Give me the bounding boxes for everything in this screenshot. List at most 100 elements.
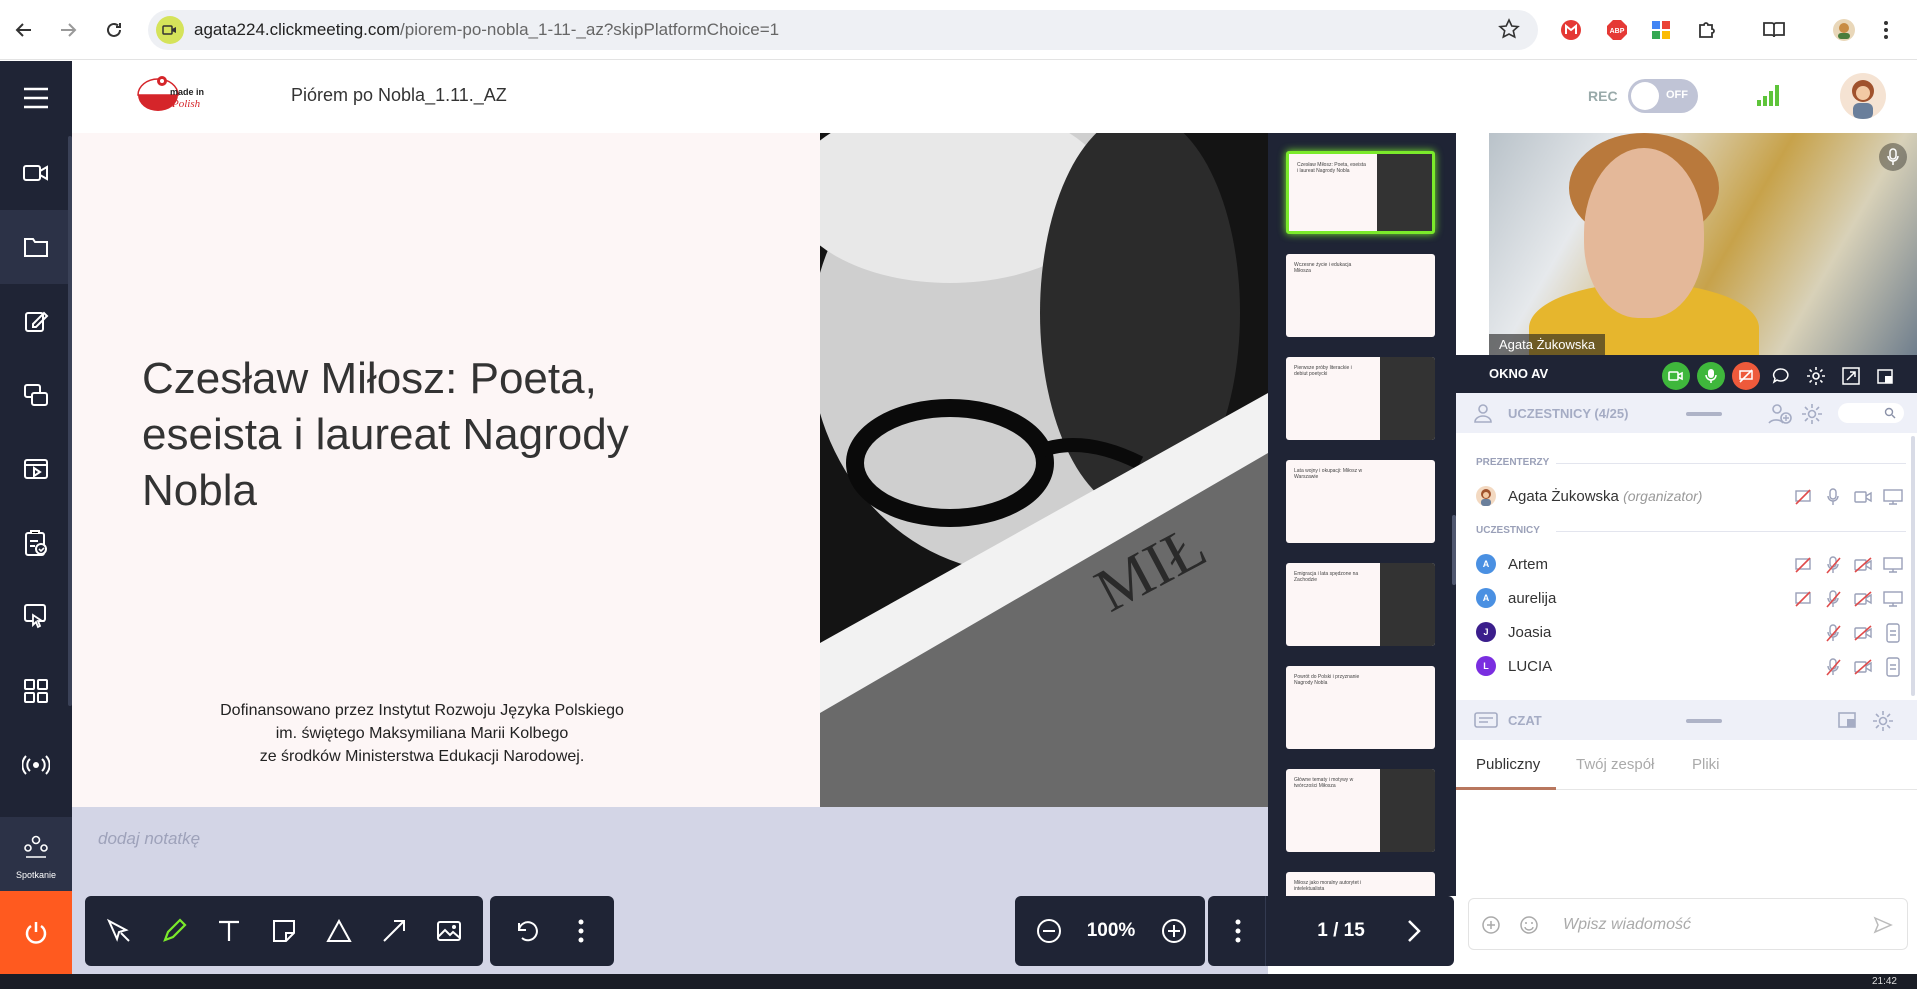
slide-thumbnail[interactable]: Pierwsze próby literackie i debiut poety…: [1286, 357, 1435, 440]
reload-icon[interactable]: [98, 14, 130, 46]
chat-popout-icon[interactable]: [1838, 711, 1858, 729]
participants-settings-icon[interactable]: [1801, 403, 1823, 425]
participant-mic-muted-icon[interactable]: [1822, 554, 1844, 576]
shape-triangle-icon[interactable]: [311, 896, 366, 966]
add-participant-icon[interactable]: [1768, 403, 1792, 425]
send-icon[interactable]: [1873, 915, 1893, 935]
participant-camera-off-icon[interactable]: [1852, 622, 1874, 644]
bookmark-star-icon[interactable]: [1498, 18, 1520, 45]
participant-camera-off-icon[interactable]: [1852, 656, 1874, 678]
browser-menu-icon[interactable]: [1872, 16, 1900, 44]
resize-handle[interactable]: [1686, 412, 1722, 416]
next-slide-icon[interactable]: [1386, 896, 1441, 966]
forward-icon[interactable]: [52, 14, 84, 46]
presenter-mic-icon[interactable]: [1822, 486, 1844, 508]
zoom-toolbar: 100%: [1015, 896, 1205, 966]
expand-video-button[interactable]: [1837, 362, 1865, 390]
chat-message-input[interactable]: Wpisz wiadomość: [1468, 898, 1908, 950]
sticky-note-icon[interactable]: [256, 896, 311, 966]
chat-settings-icon[interactable]: [1872, 710, 1894, 732]
sidebar-item-screenshare[interactable]: [0, 358, 72, 432]
participant-camera-off-icon[interactable]: [1852, 554, 1874, 576]
popout-video-button[interactable]: [1872, 362, 1900, 390]
sidebar-item-survey[interactable]: [0, 506, 72, 580]
private-chat-button[interactable]: [1767, 362, 1795, 390]
google-extension-icon[interactable]: [1647, 16, 1675, 44]
tab-public[interactable]: Publiczny: [1476, 756, 1540, 773]
user-avatar[interactable]: [1840, 73, 1886, 119]
presenter-screen-off-icon[interactable]: [1792, 486, 1814, 508]
connection-signal-icon: [1755, 83, 1783, 112]
puzzle-extensions-icon[interactable]: [1693, 16, 1721, 44]
leave-power-button[interactable]: [0, 891, 72, 974]
participant-monitor-icon[interactable]: [1882, 554, 1904, 576]
sidebar-item-test[interactable]: [0, 580, 72, 654]
presentation-slide[interactable]: Czesław Miłosz: Poeta, eseista i laureat…: [72, 133, 1268, 807]
zoom-out-icon[interactable]: [1021, 896, 1076, 966]
sidebar-item-apps[interactable]: [0, 654, 72, 728]
presenter-row[interactable]: Agata Żukowska (organizator): [1476, 481, 1911, 511]
video-mic-icon[interactable]: [1879, 143, 1907, 171]
participant-row[interactable]: Aaurelija: [1476, 583, 1911, 613]
pen-icon[interactable]: [146, 896, 201, 966]
participant-row[interactable]: L LUCIA: [1476, 651, 1911, 681]
participant-row[interactable]: A Artem: [1476, 549, 1911, 579]
arrow-line-icon[interactable]: [366, 896, 421, 966]
sidebar-item-files[interactable]: [0, 210, 72, 284]
slide-thumbnail[interactable]: Czesław Miłosz: Poeta, eseista i laureat…: [1286, 151, 1435, 234]
slide-options-icon[interactable]: [1210, 896, 1265, 966]
screen-share-off-button[interactable]: [1732, 362, 1760, 390]
tab-files[interactable]: Pliki: [1692, 756, 1720, 773]
participant-camera-off-icon[interactable]: [1852, 588, 1874, 610]
slide-thumbnail[interactable]: Powrót do Polski i przyznanie Nagrody No…: [1286, 666, 1435, 749]
gmail-extension-icon[interactable]: [1557, 16, 1585, 44]
profile-avatar-icon[interactable]: [1830, 16, 1858, 44]
resize-handle[interactable]: [1686, 719, 1722, 723]
participants-search[interactable]: [1838, 403, 1904, 423]
participant-monitor-icon[interactable]: [1882, 588, 1904, 610]
slide-thumbnail[interactable]: Lata wojny i okupacji: Miłosz w Warszawi…: [1286, 460, 1435, 543]
slide-thumbnail[interactable]: Główne tematy i motywy w twórczości Miło…: [1286, 769, 1435, 852]
tab-team[interactable]: Twój zespół: [1576, 756, 1654, 773]
slide-thumbnail[interactable]: Wczesne życie i edukacja Miłosza: [1286, 254, 1435, 337]
participants-header[interactable]: UCZESTNICY (4/25): [1456, 393, 1917, 433]
image-insert-icon[interactable]: [421, 896, 476, 966]
credit-line-2: im. świętego Maksymiliana Marii Kolbego: [275, 725, 569, 742]
participants-scrollbar[interactable]: [1911, 436, 1915, 696]
text-tool-icon[interactable]: [201, 896, 256, 966]
adblock-extension-icon[interactable]: ABP: [1603, 16, 1631, 44]
slide-thumbnail[interactable]: Miłosz jako moralny autorytet i intelekt…: [1286, 872, 1435, 896]
slide-thumbnail[interactable]: Emigracja i lata spędzone na Zachodzie: [1286, 563, 1435, 646]
emoji-icon[interactable]: [1519, 915, 1539, 935]
sidebar-item-media[interactable]: [0, 432, 72, 506]
undo-icon[interactable]: [498, 896, 553, 966]
reading-list-icon[interactable]: [1760, 16, 1788, 44]
participant-row[interactable]: J Joasia: [1476, 617, 1911, 647]
chat-header[interactable]: CZAT: [1456, 700, 1917, 740]
participant-phone-icon[interactable]: [1882, 656, 1904, 678]
presenter-video[interactable]: Agata Żukowska: [1489, 133, 1917, 355]
sidebar-item-whiteboard[interactable]: [0, 284, 72, 358]
participant-screen-off-icon[interactable]: [1792, 554, 1814, 576]
slide-thumbnails: Czesław Miłosz: Poeta, eseista i laureat…: [1268, 133, 1456, 896]
more-options-icon[interactable]: [553, 896, 608, 966]
camera-on-button[interactable]: [1662, 362, 1690, 390]
laser-pointer-icon[interactable]: [91, 896, 146, 966]
zoom-in-icon[interactable]: [1146, 896, 1201, 966]
sidebar-item-broadcast[interactable]: [0, 728, 72, 802]
attach-add-icon[interactable]: [1481, 915, 1501, 935]
av-settings-button[interactable]: [1802, 362, 1830, 390]
participant-screen-off-icon[interactable]: [1792, 588, 1814, 610]
participant-mic-muted-icon[interactable]: [1822, 588, 1844, 610]
menu-hamburger-icon[interactable]: [0, 61, 72, 135]
sidebar-item-video[interactable]: [0, 136, 72, 210]
microphone-on-button[interactable]: [1697, 362, 1725, 390]
participant-phone-icon[interactable]: [1882, 622, 1904, 644]
participant-mic-muted-icon[interactable]: [1822, 656, 1844, 678]
address-bar[interactable]: agata224.clickmeeting.com/piorem-po-nobl…: [148, 10, 1538, 50]
rec-toggle[interactable]: OFF: [1628, 79, 1698, 113]
back-icon[interactable]: [8, 14, 40, 46]
presenter-monitor-icon[interactable]: [1882, 486, 1904, 508]
presenter-camera-icon[interactable]: [1852, 486, 1874, 508]
participant-mic-muted-icon[interactable]: [1822, 622, 1844, 644]
